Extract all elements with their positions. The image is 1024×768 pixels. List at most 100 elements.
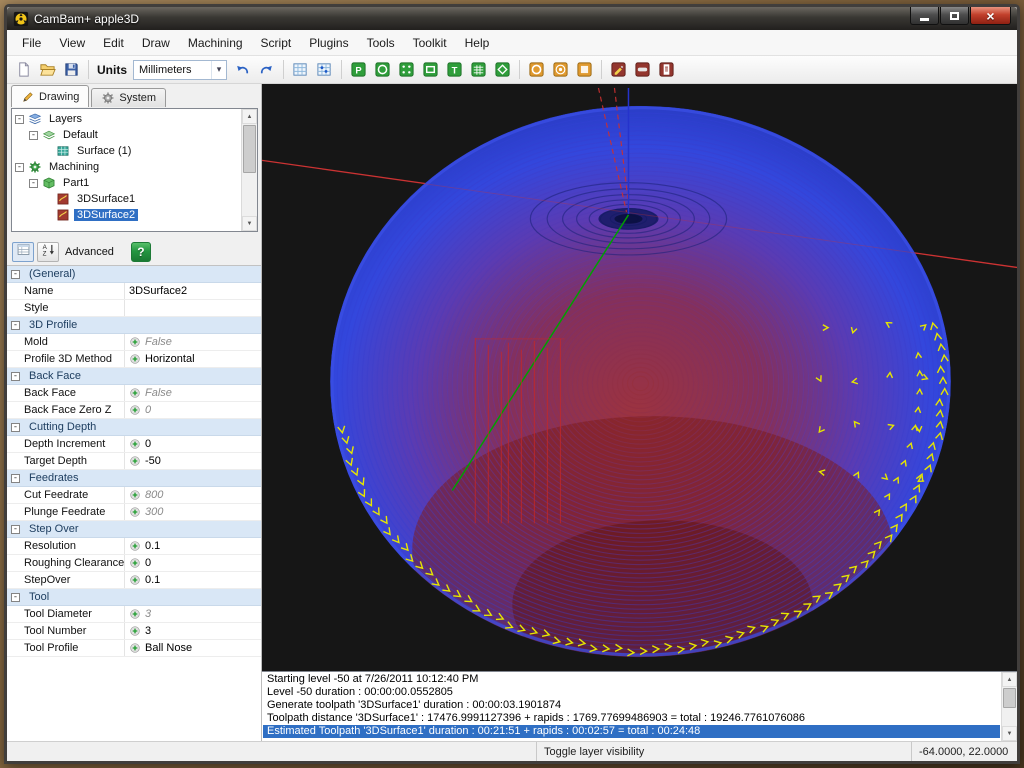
viewport-3d[interactable] [262, 84, 1017, 671]
property-row-depth-increment[interactable]: Depth Increment0 [7, 436, 261, 453]
collapse-expander-icon[interactable]: - [11, 321, 20, 330]
menu-machining[interactable]: Machining [179, 32, 252, 54]
scroll-down-icon[interactable] [242, 216, 257, 231]
log-line[interactable]: Level -50 duration : 00:00:00.0552805 [263, 686, 1000, 699]
profile-icon[interactable] [525, 59, 548, 81]
property-row-stepover[interactable]: StepOver0.1 [7, 572, 261, 589]
engrave-icon[interactable] [607, 59, 630, 81]
sort-alphabetical-button[interactable]: AZ [37, 242, 59, 262]
scroll-up-icon[interactable] [242, 109, 257, 124]
property-category-feedrates[interactable]: -Feedrates [7, 470, 261, 487]
property-category-step-over[interactable]: -Step Over [7, 521, 261, 538]
minimize-button[interactable] [910, 7, 939, 25]
property-value[interactable]: 0 [125, 402, 261, 418]
property-value[interactable]: 3 [125, 606, 261, 622]
inherit-toggle-icon[interactable] [129, 489, 141, 501]
menu-edit[interactable]: Edit [94, 32, 133, 54]
edit-grid-icon[interactable] [289, 59, 312, 81]
property-row-cut-feedrate[interactable]: Cut Feedrate800 [7, 487, 261, 504]
scroll-down-icon[interactable] [1002, 726, 1017, 741]
maximize-button[interactable] [940, 7, 969, 25]
property-value[interactable]: False [125, 385, 261, 401]
collapse-expander-icon[interactable]: - [11, 270, 20, 279]
region-icon[interactable] [491, 59, 514, 81]
inherit-toggle-icon[interactable] [129, 506, 141, 518]
collapse-expander-icon[interactable]: - [11, 474, 20, 483]
menu-file[interactable]: File [13, 32, 50, 54]
inherit-toggle-icon[interactable] [129, 642, 141, 654]
snap-grid-icon[interactable] [313, 59, 336, 81]
property-value[interactable]: 0 [125, 436, 261, 452]
tree-item-part1[interactable]: -Part1 [13, 175, 240, 191]
circle-icon[interactable] [371, 59, 394, 81]
tree-item-default[interactable]: -Default [13, 127, 240, 143]
log-scrollbar[interactable] [1001, 672, 1017, 741]
lathe-icon[interactable] [631, 59, 654, 81]
log-line[interactable]: Toolpath distance '3DSurface1' : 17476.9… [263, 712, 1000, 725]
scroll-up-icon[interactable] [1002, 672, 1017, 687]
polyline-icon[interactable]: P [347, 59, 370, 81]
menu-script[interactable]: Script [252, 32, 301, 54]
property-row-roughing-clearance[interactable]: Roughing Clearance0 [7, 555, 261, 572]
collapse-expander-icon[interactable]: - [11, 593, 20, 602]
collapse-expander-icon[interactable]: - [29, 131, 38, 140]
property-value[interactable]: 0.1 [125, 572, 261, 588]
drill-icon[interactable] [549, 59, 572, 81]
inherit-toggle-icon[interactable] [129, 353, 141, 365]
inherit-toggle-icon[interactable] [129, 387, 141, 399]
tree-scrollbar[interactable] [241, 109, 257, 231]
script-icon[interactable] [655, 59, 678, 81]
property-row-style[interactable]: Style [7, 300, 261, 317]
collapse-expander-icon[interactable]: - [29, 179, 38, 188]
title-bar[interactable]: CamBam+ apple3D [7, 7, 1017, 30]
close-button[interactable] [970, 7, 1011, 25]
property-row-target-depth[interactable]: Target Depth-50 [7, 453, 261, 470]
property-row-back-face-zero-z[interactable]: Back Face Zero Z0 [7, 402, 261, 419]
property-row-tool-profile[interactable]: Tool ProfileBall Nose [7, 640, 261, 657]
menu-toolkit[interactable]: Toolkit [404, 32, 456, 54]
property-value[interactable]: False [125, 334, 261, 350]
tree-item-surface-1[interactable]: Surface (1) [13, 143, 240, 159]
tab-drawing[interactable]: Drawing [11, 85, 89, 107]
inherit-toggle-icon[interactable] [129, 557, 141, 569]
tree-item-3dsurface2[interactable]: 3DSurface2 [13, 207, 240, 223]
log-line[interactable]: Estimated Toolpath '3DSurface1' duration… [263, 725, 1000, 738]
scrollbar-thumb[interactable] [243, 125, 256, 173]
property-row-back-face[interactable]: Back FaceFalse [7, 385, 261, 402]
redo-icon[interactable] [255, 59, 278, 81]
property-category-back-face[interactable]: -Back Face [7, 368, 261, 385]
categorized-view-button[interactable] [12, 242, 34, 262]
inherit-toggle-icon[interactable] [129, 455, 141, 467]
help-button[interactable]: ? [131, 242, 151, 262]
property-category-tool[interactable]: -Tool [7, 589, 261, 606]
viewport-canvas[interactable] [262, 84, 1017, 671]
property-value[interactable]: 800 [125, 487, 261, 503]
scrollbar-thumb[interactable] [1003, 688, 1016, 708]
inherit-toggle-icon[interactable] [129, 608, 141, 620]
log-line[interactable]: Generate toolpath '3DSurface1' duration … [263, 699, 1000, 712]
property-category-general[interactable]: -(General) [7, 266, 261, 283]
log-line[interactable]: Starting level -50 at 7/26/2011 10:12:40… [263, 673, 1000, 686]
inherit-toggle-icon[interactable] [129, 625, 141, 637]
property-row-name[interactable]: Name3DSurface2 [7, 283, 261, 300]
property-row-plunge-feedrate[interactable]: Plunge Feedrate300 [7, 504, 261, 521]
dropdown-arrow-icon[interactable] [211, 61, 226, 79]
tab-system[interactable]: System [91, 88, 166, 107]
property-row-tool-number[interactable]: Tool Number3 [7, 623, 261, 640]
property-value[interactable]: 3 [125, 623, 261, 639]
collapse-expander-icon[interactable]: - [11, 423, 20, 432]
property-row-mold[interactable]: MoldFalse [7, 334, 261, 351]
text-icon[interactable]: T [443, 59, 466, 81]
inherit-toggle-icon[interactable] [129, 336, 141, 348]
save-icon[interactable] [60, 59, 83, 81]
inherit-toggle-icon[interactable] [129, 404, 141, 416]
tree-item-machining[interactable]: -Machining [13, 159, 240, 175]
inherit-toggle-icon[interactable] [129, 540, 141, 552]
property-value[interactable]: Horizontal [125, 351, 261, 367]
collapse-expander-icon[interactable]: - [15, 163, 24, 172]
pocket-icon[interactable] [573, 59, 596, 81]
property-row-resolution[interactable]: Resolution0.1 [7, 538, 261, 555]
undo-icon[interactable] [231, 59, 254, 81]
property-value[interactable] [125, 300, 261, 316]
inherit-toggle-icon[interactable] [129, 574, 141, 586]
